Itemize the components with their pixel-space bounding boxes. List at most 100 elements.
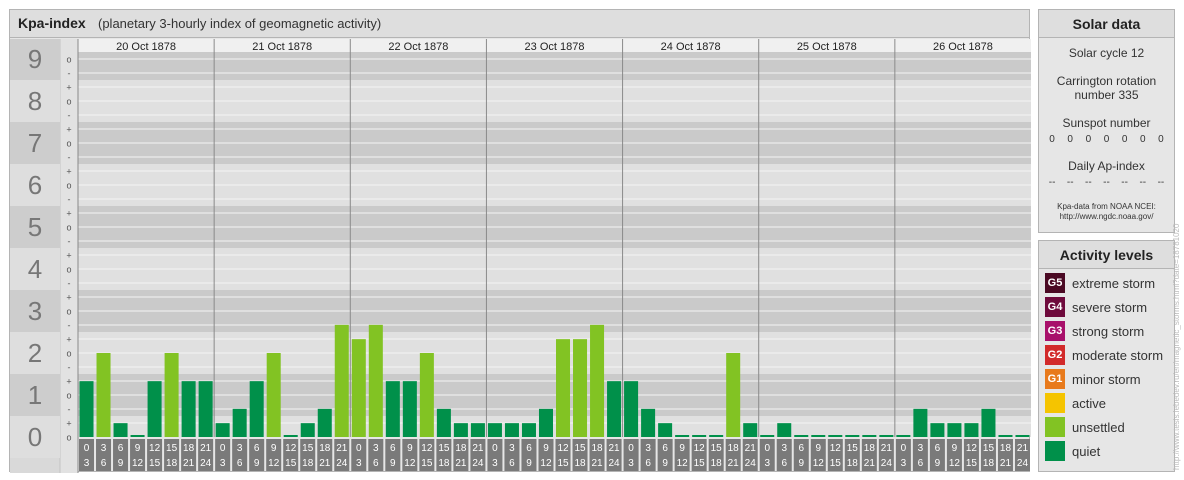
kp-bar [351,339,366,437]
interval-end-label: 12 [404,458,416,469]
interval-end-label: 21 [183,458,195,469]
interval-end-label: 6 [781,458,787,469]
y-tick-label: 6 [28,170,42,200]
interval-start-label: 18 [1000,443,1012,454]
day-label: 26 Oct 1878 [933,41,993,53]
kp-bar [879,435,894,437]
interval-start-label: 12 [149,443,161,454]
credit-link[interactable]: http://www.ngdc.noaa.gov/ [1039,212,1174,222]
kp-bar [368,324,383,437]
interval-end-label: 3 [628,458,634,469]
kp-bar [504,423,519,437]
sub-tick-label: - [68,111,71,121]
ap-index-values: -- -- -- -- -- -- -- [1039,177,1174,188]
interval-start-label: 3 [645,443,651,454]
interval-start-label: 12 [421,443,433,454]
sub-tick-label: o [66,139,71,149]
legend-label: minor storm [1072,371,1141,387]
legend-label: severe storm [1072,299,1148,315]
interval-end-label: 18 [438,458,450,469]
kp-bar [641,408,656,437]
y-tick-label: 9 [28,44,42,74]
interval-start-label: 15 [847,443,859,454]
day-label: 23 Oct 1878 [525,41,585,53]
kp-bar [521,423,536,437]
kp-bar [487,423,502,437]
sub-tick-label: + [66,251,71,261]
interval-start-label: 12 [966,443,978,454]
sub-tick-label: - [68,279,71,289]
sub-tick-label: - [68,195,71,205]
interval-end-label: 12 [813,458,825,469]
interval-start-label: 21 [472,443,484,454]
interval-start-label: 15 [438,443,450,454]
interval-start-label: 15 [302,443,314,454]
legend-item: G1 minor storm [1045,369,1174,389]
legend-swatch: G5 [1045,273,1065,293]
interval-start-label: 15 [983,443,995,454]
interval-start-label: 15 [166,443,178,454]
interval-start-label: 9 [679,443,685,454]
kp-bar [215,423,230,437]
legend-label: strong storm [1072,323,1145,339]
ap-index-value: -- [1121,177,1128,188]
interval-end-label: 18 [302,458,314,469]
sub-tick-label: - [68,321,71,331]
interval-end-label: 24 [336,458,348,469]
sub-tick-label: + [66,167,71,177]
interval-end-label: 15 [694,458,706,469]
activity-levels-panel: Activity levels G5 extreme storm G4 severe … [1038,240,1175,472]
legend-label: quiet [1072,443,1101,459]
ap-index-value: -- [1103,177,1110,188]
legend-item: G4 severe storm [1045,297,1174,317]
interval-start-label: 21 [609,443,621,454]
activity-levels-title: Activity levels [1039,241,1174,269]
sunspot-value: 0 [1139,134,1146,145]
solar-cycle: Solar cycle 12 [1068,46,1145,60]
interval-end-label: 21 [319,458,331,469]
interval-end-label: 15 [557,458,569,469]
interval-end-label: 24 [472,458,484,469]
kp-bar [79,381,94,437]
sub-tick-label: o [66,391,71,401]
sunspot-value: 0 [1085,134,1092,145]
kp-bar [709,435,724,437]
y-tick-label: 4 [28,254,42,284]
kp-band [78,52,1031,80]
kp-bar [828,435,843,437]
kp-bar [743,423,758,437]
legend-swatch [1045,441,1065,461]
legend-label: moderate storm [1072,347,1164,363]
y-tick-label: 0 [28,422,42,452]
interval-start-label: 3 [781,443,787,454]
legend-item: quiet [1045,441,1174,461]
kp-bar [862,435,877,437]
interval-start-label: 3 [237,443,243,454]
interval-end-label: 21 [455,458,467,469]
interval-start-label: 0 [356,443,362,454]
interval-start-label: 21 [881,443,893,454]
interval-start-label: 18 [455,443,467,454]
interval-start-label: 6 [935,443,941,454]
interval-end-label: 12 [949,458,961,469]
sub-tick-label: - [68,153,71,163]
interval-start-label: 21 [1017,443,1029,454]
interval-end-label: 24 [881,458,893,469]
ap-index-value: -- [1066,177,1074,188]
ap-index-value: -- [1157,177,1165,188]
interval-start-label: 0 [628,443,634,454]
sub-tick-label: o [66,181,71,191]
interval-end-label: 15 [421,458,433,469]
interval-start-label: 9 [543,443,549,454]
kp-bar [845,435,860,437]
kp-bar [385,381,400,437]
interval-start-label: 15 [574,443,586,454]
interval-end-label: 9 [254,458,260,469]
interval-end-label: 24 [609,458,621,469]
kp-bar [573,339,588,437]
sub-tick-label: - [68,363,71,373]
kp-bar [164,353,179,437]
legend-swatch: G1 [1045,369,1065,389]
interval-end-label: 9 [390,458,396,469]
interval-start-label: 0 [492,443,498,454]
